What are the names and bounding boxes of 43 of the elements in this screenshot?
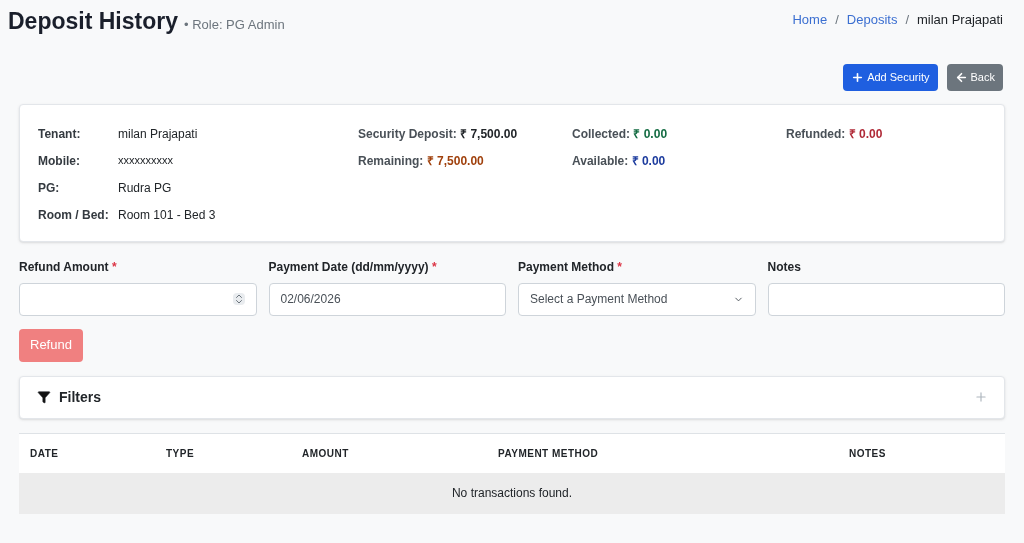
input-field[interactable]: 02/06/2026 — [268, 282, 506, 316]
filter-icon — [37, 390, 51, 404]
arrow-left-icon — [954, 70, 968, 84]
summary-item: Remaining: ₹ 7,500.00 — [358, 152, 485, 170]
empty-message: No transactions found. — [451, 485, 573, 502]
page-title: Deposit History — [8, 7, 178, 36]
info-value: Room 101 - Bed 3 — [118, 206, 216, 224]
expand-icon[interactable] — [974, 390, 988, 404]
summary-item: Collected: ₹ 0.00 — [572, 125, 669, 143]
plus-icon — [851, 70, 865, 84]
column-header: NOTES — [849, 447, 886, 459]
info-label: Tenant: — [38, 125, 82, 143]
info-label: Room / Bed: — [38, 206, 110, 224]
info-label: Mobile: — [38, 152, 81, 170]
input-field[interactable] — [19, 282, 257, 316]
summary-item: Security Deposit: ₹ 7,500.00 — [358, 125, 519, 143]
info-value: milan Prajapati — [118, 125, 198, 143]
info-value: Rudra PG — [118, 179, 172, 197]
add-security-button[interactable]: Add Security — [843, 63, 938, 91]
summary-item: Refunded: ₹ 0.00 — [786, 125, 884, 143]
breadcrumb-link[interactable]: Deposits — [846, 10, 898, 30]
role-label: • Role: PG Admin — [184, 16, 285, 34]
back-button[interactable]: Back — [946, 63, 1003, 91]
column-header: TYPE — [166, 447, 195, 459]
breadcrumb-current: milan Prajapati — [917, 11, 1003, 29]
field-label: Payment Method * — [518, 258, 624, 276]
filters-panel[interactable]: Filters — [19, 375, 1005, 419]
column-header: PAYMENT METHOD — [498, 447, 599, 459]
payment-method-select[interactable]: Select a Payment Method — [518, 282, 756, 316]
filters-title: Filters — [59, 387, 101, 407]
column-header: AMOUNT — [302, 447, 349, 459]
field-label: Refund Amount * — [19, 258, 118, 276]
field-label: Payment Date (dd/mm/yyyy) * — [268, 258, 438, 276]
breadcrumb-separator: / — [905, 11, 909, 29]
spinner-icon — [232, 293, 245, 305]
input-field[interactable] — [767, 282, 1005, 316]
breadcrumb-separator: / — [835, 11, 839, 29]
summary-item: Available: ₹ 0.00 — [572, 152, 667, 170]
breadcrumb-link[interactable]: Home — [792, 10, 828, 30]
field-label: Notes — [767, 258, 802, 276]
info-value: xxxxxxxxxx — [118, 152, 173, 168]
info-label: PG: — [38, 179, 61, 197]
column-header: DATE — [30, 447, 59, 459]
